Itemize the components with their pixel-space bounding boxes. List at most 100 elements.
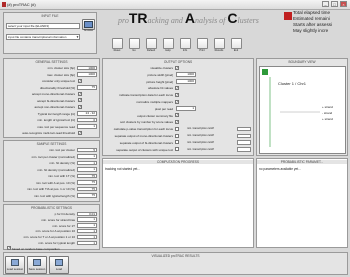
logo-pre: pro <box>118 16 129 25</box>
setting-value-field[interactable]: 75 <box>77 85 97 90</box>
setting-value-field[interactable]: 0.01 <box>77 211 97 216</box>
setting-value-field[interactable]: 1 <box>77 167 97 172</box>
computation-progress-panel: COMPUTATION PROGRESS tracking not starte… <box>102 158 254 248</box>
output-option-label: calculate p-value transcription for each… <box>113 127 173 132</box>
checkbox-checked[interactable]: ✓ <box>78 91 82 96</box>
exit-button[interactable]: Exit <box>229 38 243 52</box>
status-line: May slightly incre <box>293 28 329 33</box>
setting-value-field[interactable]: 75 <box>77 173 97 178</box>
transcription-cutoff-label: min. transcription cutoff <box>187 140 214 144</box>
output-option-value[interactable]: 1000 <box>176 79 196 84</box>
save-session-button[interactable]: Save session <box>27 256 47 274</box>
chevron-down-icon: ▼ <box>76 35 79 39</box>
browse-button[interactable]: browse <box>82 19 95 32</box>
setting-value-field[interactable]: 1 <box>77 223 97 228</box>
setting-value-field[interactable]: 0 <box>77 117 97 122</box>
toolbar: Reset Go Default Help Info Print Results Exit <box>110 38 260 55</box>
checkbox-checked[interactable]: ✓ <box>78 98 82 102</box>
checkbox-checked[interactable]: ✓ <box>175 113 179 118</box>
checkbox-checked[interactable]: ✓ <box>78 78 82 83</box>
toolbar-button-label: Print <box>199 49 205 52</box>
maximize-button[interactable]: □ <box>331 1 338 7</box>
probabilistic-settings-header: PROBABILISTIC SETTINGS <box>31 206 72 210</box>
toolbar-button-label: Exit <box>233 49 239 52</box>
setting-value-field[interactable]: 1000 <box>77 65 97 70</box>
transcription-cutoff-label: min. transcription cutoff <box>187 127 214 131</box>
bottom-button-label: Load session <box>6 267 24 271</box>
random-composition-label: based on random base composition <box>12 246 60 251</box>
checkbox-checked[interactable]: ✓ <box>175 65 179 70</box>
general-settings-panel: GENERAL SETTINGS min. cluster size [bp] 1… <box>3 58 100 138</box>
checkbox[interactable] <box>175 140 179 145</box>
setting-value-field[interactable]: 1000 <box>77 72 97 77</box>
setting-value-field[interactable]: 1 <box>77 124 97 129</box>
setting-value-field[interactable]: 24 - 32 <box>77 111 97 116</box>
checkbox-checked[interactable]: ✓ <box>78 130 82 135</box>
random-composition-checkbox[interactable]: ✓ <box>7 246 11 250</box>
output-option-label: separate output of clusters with unique … <box>116 147 173 152</box>
setting-label: min. score for strand bias <box>41 217 75 222</box>
toolbar-button-label: Results <box>214 49 224 52</box>
setting-label: min. hit density (normalized) <box>37 167 75 172</box>
logo-mid2: nalysis of <box>194 16 228 25</box>
setting-label: min. length of typical loci [nt] <box>37 118 75 122</box>
transcription-cutoff-field[interactable] <box>237 147 251 152</box>
probabilistic-params-panel: PROBABILISTIC PARAMET... no parameters a… <box>256 158 348 248</box>
info-button[interactable]: Info <box>178 38 192 52</box>
checkbox-checked[interactable]: ✓ <box>175 119 179 124</box>
go-button[interactable]: Go <box>127 38 141 52</box>
checkbox-checked[interactable]: ✓ <box>175 85 179 90</box>
setting-label: min. loci with typical length (%) <box>33 193 75 198</box>
setting-value-field[interactable]: 75 <box>77 186 97 191</box>
transcription-cutoff-field[interactable] <box>237 133 251 138</box>
print-icon <box>196 38 208 49</box>
input-path-field[interactable]: select your input file (ELAND3) <box>6 23 80 29</box>
close-button[interactable]: × <box>340 1 347 7</box>
sample-settings-panel: SAMPLE SETTINGS min. loci per cluster 5 mi… <box>3 140 100 202</box>
output-option-label: normalize multiple mappers <box>136 100 173 104</box>
minimize-button[interactable]: – <box>322 1 329 7</box>
output-option-value[interactable]: 1 <box>176 106 196 111</box>
input-format-select[interactable]: input file contains transcriptional info… <box>6 34 80 40</box>
setting-value-field[interactable]: 1 <box>77 154 97 159</box>
output-option-label: indicate transcription data for each loc… <box>119 93 173 98</box>
checkbox[interactable] <box>175 126 179 131</box>
default-button[interactable]: Default <box>144 38 158 52</box>
load-session-button[interactable]: Load session <box>5 256 25 274</box>
setting-value-field[interactable]: 1 <box>77 234 97 240</box>
output-options-header: OUTPUT OPTIONS <box>163 60 193 64</box>
output-option-label: visualize clusters <box>150 66 173 70</box>
checkbox-checked[interactable]: ✓ <box>78 104 82 109</box>
checkbox[interactable] <box>175 147 179 152</box>
checkbox-checked[interactable]: ✓ <box>175 92 179 97</box>
setting-value-field[interactable]: 75 <box>77 193 97 198</box>
reset-button[interactable]: Reset <box>110 38 124 52</box>
status-indicator <box>284 12 292 20</box>
toolbar-button-label: Default <box>146 49 156 52</box>
setting-value-field[interactable]: 75 <box>77 180 97 185</box>
transcription-cutoff-label: min. transcription cutoff <box>187 147 214 151</box>
results-button[interactable]: Results <box>212 38 226 52</box>
setting-value-field[interactable]: 5 <box>77 147 97 152</box>
logo-c: C <box>227 10 238 26</box>
transcription-cutoff-field[interactable] <box>237 140 251 145</box>
setting-label: accept mono-directional clusters <box>31 92 75 96</box>
output-options-panel: OUTPUT OPTIONS visualize clusters ✓ pictur… <box>102 58 254 156</box>
load-button[interactable]: Load <box>49 256 69 274</box>
setting-value-field[interactable]: 1 <box>77 228 97 234</box>
setting-label: min. score for A at position 10 <box>35 229 75 234</box>
checkbox[interactable] <box>175 133 179 138</box>
setting-value-field[interactable]: 1 <box>77 217 97 222</box>
output-option-value[interactable]: 1000 <box>176 72 196 77</box>
setting-value-field[interactable]: 1 <box>77 160 97 165</box>
reset-icon <box>111 38 123 49</box>
transcription-cutoff-field[interactable] <box>237 126 251 132</box>
browse-label: browse <box>83 28 94 32</box>
help-button[interactable]: Help <box>161 38 175 52</box>
print-button[interactable]: Print <box>195 38 209 52</box>
setting-label: min. cluster size [bp] <box>47 66 75 70</box>
logo-tr: TR <box>128 10 148 26</box>
setting-value-field[interactable]: 1 <box>77 240 97 245</box>
computation-log: tracking not started yet... <box>105 167 140 171</box>
checkbox-checked[interactable]: ✓ <box>175 99 179 104</box>
